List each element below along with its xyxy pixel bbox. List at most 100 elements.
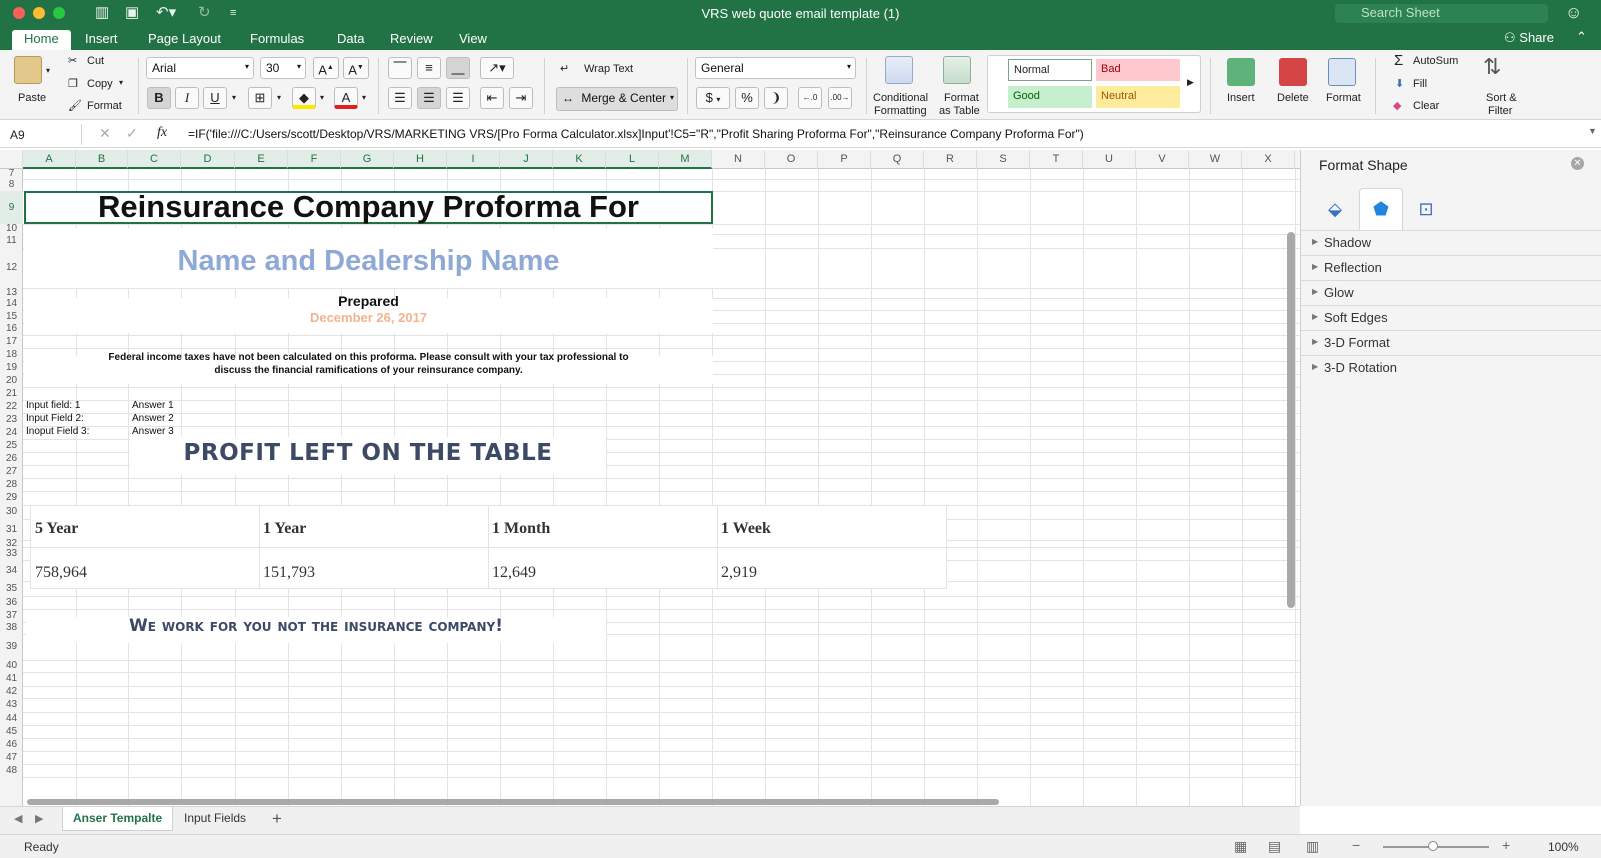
tab-review[interactable]: Review xyxy=(378,30,445,50)
zoom-in-icon[interactable]: + xyxy=(1502,837,1510,853)
row-header-29[interactable]: 29 xyxy=(0,491,23,505)
row-header-38[interactable]: 38 xyxy=(0,622,23,634)
column-header-m[interactable]: M xyxy=(659,150,712,169)
row-header-28[interactable]: 28 xyxy=(0,478,23,491)
row-header-12[interactable]: 12 xyxy=(0,248,23,288)
format-cells-button[interactable]: Format xyxy=(1326,92,1361,104)
row-header-25[interactable]: 25 xyxy=(0,439,23,452)
column-header-k[interactable]: K xyxy=(553,150,606,169)
row-header-16[interactable]: 16 xyxy=(0,323,23,335)
align-center-icon[interactable]: ☰ xyxy=(417,87,441,109)
row-header-17[interactable]: 17 xyxy=(0,335,23,348)
row-header-11[interactable]: 11 xyxy=(0,234,23,248)
font-name-select[interactable]: Arial ▾ xyxy=(146,57,254,79)
row-header-46[interactable]: 46 xyxy=(0,738,23,751)
row-header-31[interactable]: 31 xyxy=(0,519,23,540)
column-header-c[interactable]: C xyxy=(128,150,181,169)
zoom-out-icon[interactable]: − xyxy=(1352,837,1360,853)
column-header-j[interactable]: J xyxy=(500,150,553,169)
formula-input[interactable]: =IF('file:///C:/Users/scott/Desktop/VRS/… xyxy=(188,127,1084,141)
cancel-icon[interactable]: ✕ xyxy=(99,125,111,142)
column-header-u[interactable]: U xyxy=(1083,150,1136,169)
add-sheet-icon[interactable]: + xyxy=(272,809,282,829)
row-header-42[interactable]: 42 xyxy=(0,686,23,698)
paste-icon[interactable] xyxy=(14,56,42,84)
row-header-37[interactable]: 37 xyxy=(0,609,23,622)
enter-check-icon[interactable]: ✓ xyxy=(126,125,138,142)
text-orientation-icon[interactable]: ↗▾ xyxy=(480,57,514,79)
column-header-a[interactable]: A xyxy=(23,150,76,169)
merge-center-button[interactable]: ↔ Merge & Center ▾ xyxy=(556,87,678,111)
tab-view[interactable]: View xyxy=(447,30,499,50)
row-header-30[interactable]: 30 xyxy=(0,505,23,519)
row-header-26[interactable]: 26 xyxy=(0,452,23,465)
row-header-9[interactable]: 9 xyxy=(0,191,23,224)
row-header-47[interactable]: 47 xyxy=(0,751,23,764)
search-sheet-input[interactable]: Search Sheet xyxy=(1335,4,1548,23)
row-header-34[interactable]: 34 xyxy=(0,560,23,581)
close-pane-icon[interactable]: ✕ xyxy=(1571,157,1584,170)
comma-style-icon[interactable]: ❩ xyxy=(764,87,788,109)
row-header-33[interactable]: 33 xyxy=(0,547,23,560)
sheet-tab-input-fields[interactable]: Input Fields xyxy=(174,807,256,831)
align-middle-icon[interactable]: ≡ xyxy=(417,57,441,79)
style-bad[interactable]: Bad xyxy=(1096,59,1180,81)
sheet-tab-anser-tempalte[interactable]: Anser Tempalte xyxy=(62,807,174,831)
column-header-h[interactable]: H xyxy=(394,150,447,169)
autosum-button[interactable]: AutoSum xyxy=(1413,55,1458,67)
clear-button[interactable]: Clear xyxy=(1413,100,1439,112)
share-button[interactable]: ⚇ Share xyxy=(1504,30,1554,46)
feedback-smiley-icon[interactable]: ☺ xyxy=(1565,3,1582,23)
style-neutral[interactable]: Neutral xyxy=(1096,86,1180,108)
wrap-text-button[interactable]: Wrap Text xyxy=(584,63,633,75)
page-break-view-icon[interactable]: ▥ xyxy=(1306,838,1319,855)
conditional-formatting-label-2[interactable]: Formatting xyxy=(874,105,927,117)
bold-button[interactable]: B xyxy=(147,87,171,109)
row-header-7[interactable]: 7 xyxy=(0,169,23,179)
row-header-27[interactable]: 27 xyxy=(0,465,23,478)
insert-cells-button[interactable]: Insert xyxy=(1227,92,1255,104)
column-header-p[interactable]: P xyxy=(818,150,871,169)
number-format-select[interactable]: General ▾ xyxy=(695,57,856,79)
column-header-l[interactable]: L xyxy=(606,150,659,169)
align-left-icon[interactable]: ☰ xyxy=(388,87,412,109)
row-header-23[interactable]: 23 xyxy=(0,413,23,426)
collapse-ribbon-icon[interactable]: ⌃ xyxy=(1576,29,1587,45)
column-header-r[interactable]: R xyxy=(924,150,977,169)
tab-formulas[interactable]: Formulas xyxy=(238,30,316,50)
section-glow[interactable]: ▶ Glow xyxy=(1301,280,1601,305)
decrease-decimal-icon[interactable]: .00→ xyxy=(828,87,852,109)
column-header-v[interactable]: V xyxy=(1136,150,1189,169)
tab-data[interactable]: Data xyxy=(325,30,376,50)
row-header-13[interactable]: 13 xyxy=(0,288,23,298)
row-header-24[interactable]: 24 xyxy=(0,426,23,439)
row-header-8[interactable]: 8 xyxy=(0,179,23,191)
insert-cells-icon[interactable] xyxy=(1227,58,1255,86)
sort-filter-label-1[interactable]: Sort & xyxy=(1486,92,1517,104)
section-3d-rotation[interactable]: ▶ 3-D Rotation xyxy=(1301,355,1601,380)
borders-icon[interactable]: ⊞ xyxy=(248,87,272,109)
select-all-corner[interactable] xyxy=(0,150,23,169)
page-layout-view-icon[interactable]: ▤ xyxy=(1268,838,1281,855)
delete-cells-icon[interactable] xyxy=(1279,58,1307,86)
decrease-font-size-button[interactable]: A▼ xyxy=(343,57,369,79)
italic-button[interactable]: I xyxy=(175,87,199,109)
row-header-15[interactable]: 15 xyxy=(0,310,23,323)
delete-cells-button[interactable]: Delete xyxy=(1277,92,1309,104)
row-header-35[interactable]: 35 xyxy=(0,581,23,596)
previous-sheet-icon[interactable]: ◀ xyxy=(14,812,22,825)
conditional-formatting-label-1[interactable]: Conditional xyxy=(873,92,928,104)
effects-tab-icon[interactable]: ⬟ xyxy=(1366,194,1396,224)
decrease-indent-icon[interactable]: ⇤ xyxy=(480,87,504,109)
styles-gallery-next-icon[interactable]: ▶ xyxy=(1187,77,1194,88)
format-as-table-label-1[interactable]: Format xyxy=(944,92,979,104)
row-header-14[interactable]: 14 xyxy=(0,298,23,310)
conditional-formatting-icon[interactable] xyxy=(885,56,913,84)
increase-indent-icon[interactable]: ⇥ xyxy=(509,87,533,109)
format-as-table-label-2[interactable]: as Table xyxy=(939,105,980,117)
next-sheet-icon[interactable]: ▶ xyxy=(35,812,43,825)
row-header-45[interactable]: 45 xyxy=(0,725,23,738)
paste-button[interactable]: Paste xyxy=(18,92,46,104)
sort-filter-label-2[interactable]: Filter xyxy=(1488,105,1512,117)
expand-formula-bar-icon[interactable]: ▼ xyxy=(1588,126,1597,136)
